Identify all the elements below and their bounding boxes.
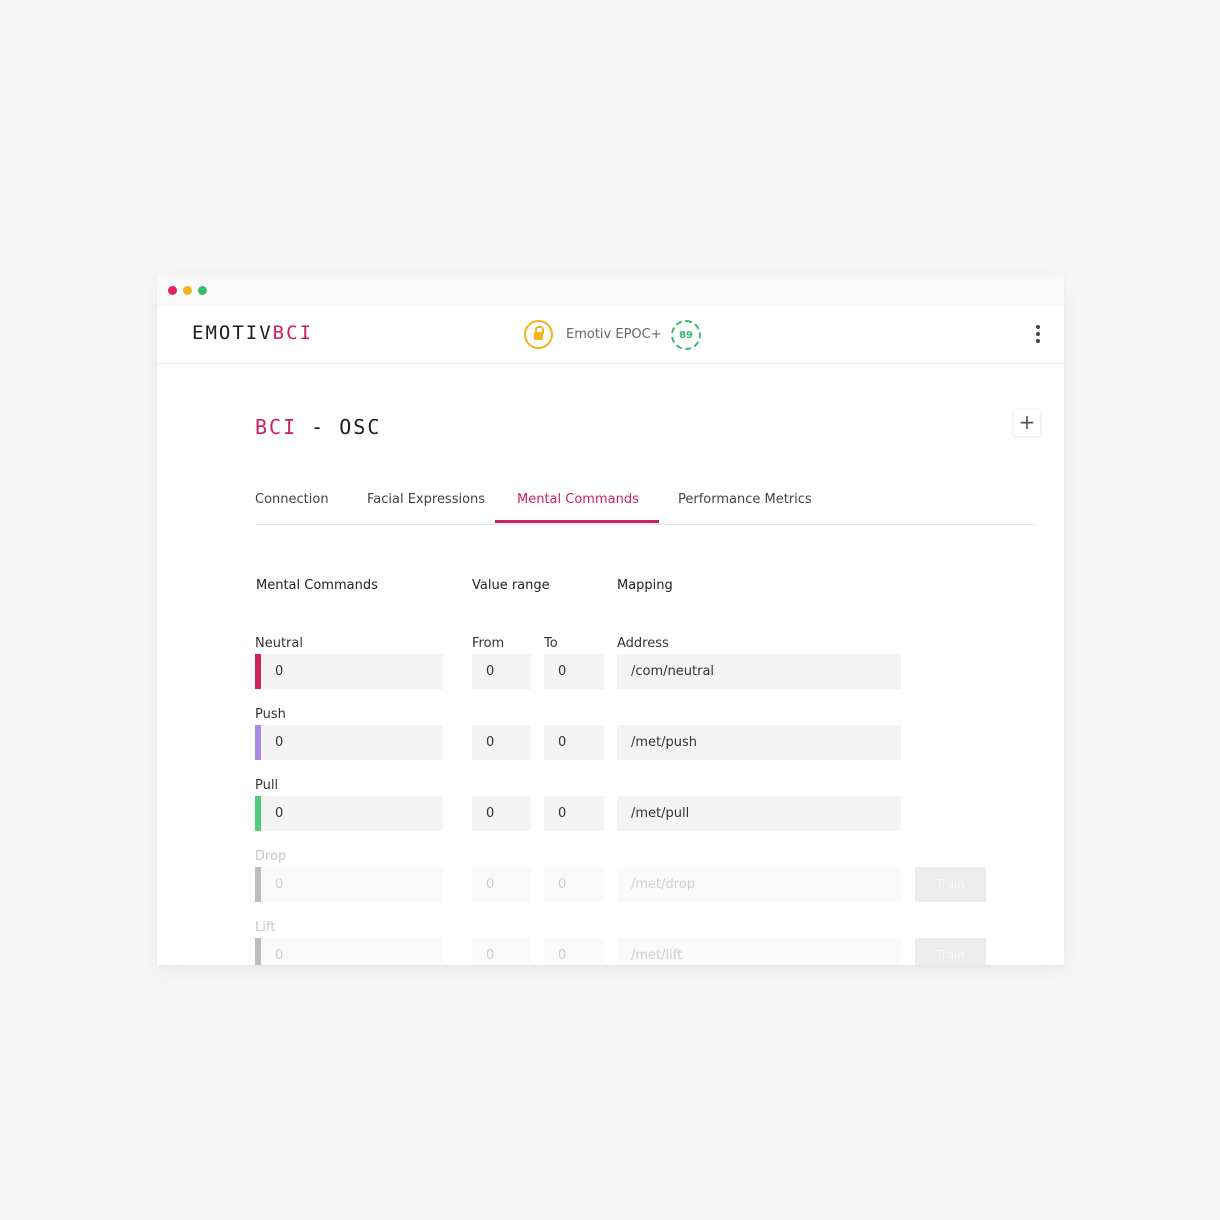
neutral-value-field[interactable]: 0: [261, 654, 443, 689]
tab-bar: Connection Facial Expressions Mental Com…: [255, 478, 1037, 525]
neutral-to-field[interactable]: 0: [544, 654, 604, 689]
maximize-window-button[interactable]: [198, 286, 207, 295]
pull-from-field[interactable]: 0: [472, 796, 531, 831]
tab-mental-commands[interactable]: Mental Commands: [517, 492, 639, 507]
command-label-push: Push: [255, 707, 286, 722]
push-address-field[interactable]: /met/push: [617, 725, 901, 760]
pull-address-field[interactable]: /met/pull: [617, 796, 901, 831]
drop-address-field[interactable]: /met/drop: [617, 867, 901, 902]
device-name: Emotiv EPOC+: [566, 327, 662, 342]
push-from-field[interactable]: 0: [472, 725, 531, 760]
to-label: To: [544, 636, 558, 651]
tab-performance-metrics[interactable]: Performance Metrics: [678, 492, 812, 507]
page-title: BCI - OSC: [255, 415, 381, 439]
column-header-mental-commands: Mental Commands: [256, 578, 378, 593]
drop-value-field[interactable]: 0: [261, 867, 443, 902]
tab-facial-expressions[interactable]: Facial Expressions: [367, 492, 485, 507]
command-label-lift: Lift: [255, 920, 276, 935]
drop-train-button[interactable]: Train: [915, 867, 986, 902]
lift-train-button[interactable]: Train: [915, 938, 986, 965]
pull-to-field[interactable]: 0: [544, 796, 604, 831]
command-label-pull: Pull: [255, 778, 279, 793]
active-tab-indicator: [495, 520, 659, 523]
neutral-from-field[interactable]: 0: [472, 654, 531, 689]
address-label: Address: [617, 636, 669, 651]
tab-connection[interactable]: Connection: [255, 492, 329, 507]
column-header-value-range: Value range: [472, 578, 550, 593]
drop-from-field[interactable]: 0: [472, 867, 531, 902]
command-label-neutral: Neutral: [255, 636, 303, 651]
logo-accent-text: BCI: [272, 322, 313, 344]
page-title-rest: - OSC: [297, 415, 382, 439]
kebab-menu-icon[interactable]: [1035, 325, 1041, 343]
lock-icon[interactable]: [524, 320, 553, 349]
from-label: From: [472, 636, 505, 651]
add-button[interactable]: +: [1014, 410, 1040, 436]
pull-value-field[interactable]: 0: [261, 796, 443, 831]
column-header-mapping: Mapping: [617, 578, 673, 593]
minimize-window-button[interactable]: [183, 286, 192, 295]
push-to-field[interactable]: 0: [544, 725, 604, 760]
app-header: EMOTIVBCI Emotiv EPOC+ 89: [157, 306, 1064, 364]
neutral-address-field[interactable]: /com/neutral: [617, 654, 901, 689]
logo-main-text: EMOTIV: [192, 322, 273, 344]
logo: EMOTIVBCI: [192, 322, 313, 344]
lift-from-field[interactable]: 0: [472, 938, 531, 965]
lift-value-field[interactable]: 0: [261, 938, 443, 965]
lift-address-field[interactable]: /met/lift: [617, 938, 901, 965]
app-window: EMOTIVBCI Emotiv EPOC+ 89 BCI - OSC + Co…: [157, 275, 1064, 965]
command-label-drop: Drop: [255, 849, 287, 864]
lift-to-field[interactable]: 0: [544, 938, 604, 965]
push-value-field[interactable]: 0: [261, 725, 443, 760]
close-window-button[interactable]: [168, 286, 177, 295]
battery-badge: 89: [671, 320, 701, 350]
title-bar: [157, 275, 1064, 306]
drop-to-field[interactable]: 0: [544, 867, 604, 902]
page-title-accent: BCI: [255, 415, 298, 439]
